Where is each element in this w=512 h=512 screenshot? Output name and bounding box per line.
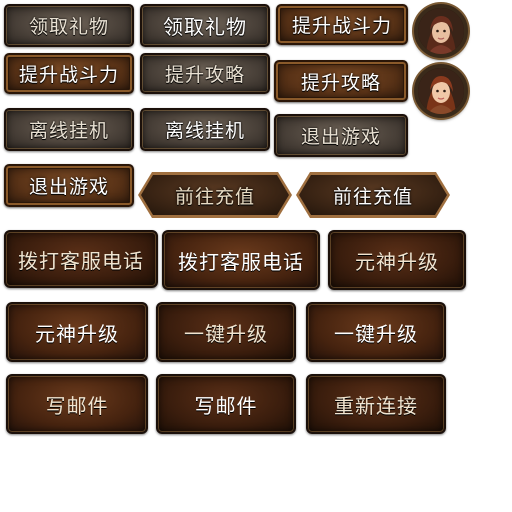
receive-gift-label: 领取礼物 — [28, 16, 109, 38]
write-mail-button[interactable]: 写邮件 — [6, 374, 148, 434]
spirit-upgrade-button-hover[interactable]: 元神升级 — [6, 302, 148, 362]
reconnect-button[interactable]: 重新连接 — [306, 374, 446, 434]
recharge-button-hover[interactable]: 前往充值 — [296, 172, 450, 218]
hero-portrait-button[interactable] — [414, 4, 468, 58]
receive-gift-label: 领取礼物 — [163, 15, 247, 39]
quit-game-label: 退出游戏 — [28, 176, 109, 198]
hero-portrait-icon — [418, 8, 464, 54]
hero-portrait-icon — [418, 68, 464, 114]
one-key-upgrade-button[interactable]: 一键升级 — [156, 302, 296, 362]
boost-guide-button[interactable]: 提升攻略 — [274, 60, 408, 102]
call-service-label: 拨打客服电话 — [178, 249, 304, 274]
recharge-label: 前往充值 — [332, 185, 413, 208]
call-service-button-hover[interactable]: 拨打客服电话 — [162, 230, 320, 290]
reconnect-label: 重新连接 — [334, 393, 418, 418]
receive-gift-button[interactable]: 领取礼物 — [4, 4, 134, 47]
offline-idle-button[interactable]: 离线挂机 — [4, 108, 134, 151]
spirit-upgrade-label: 元神升级 — [355, 249, 439, 274]
quit-game-button[interactable]: 退出游戏 — [4, 164, 134, 207]
one-key-upgrade-label: 一键升级 — [334, 321, 418, 346]
one-key-upgrade-button-hover[interactable]: 一键升级 — [306, 302, 446, 362]
boost-guide-label: 提升攻略 — [300, 71, 381, 94]
offline-idle-label: 离线挂机 — [28, 120, 109, 142]
hero-portrait-button-active[interactable] — [414, 64, 468, 118]
call-service-label: 拨打客服电话 — [18, 248, 144, 273]
recharge-label: 前往充值 — [174, 185, 255, 208]
quit-game-button-disabled[interactable]: 退出游戏 — [274, 114, 408, 157]
write-mail-label: 写邮件 — [45, 393, 109, 418]
boost-power-button[interactable]: 提升战斗力 — [276, 4, 408, 45]
write-mail-label: 写邮件 — [194, 393, 258, 418]
boost-guide-label: 提升攻略 — [164, 64, 245, 86]
offline-idle-label: 离线挂机 — [164, 120, 245, 142]
write-mail-button-hover[interactable]: 写邮件 — [156, 374, 296, 434]
boost-power-label: 提升战斗力 — [291, 15, 392, 37]
call-service-button[interactable]: 拨打客服电话 — [4, 230, 158, 288]
boost-power-label: 提升战斗力 — [18, 64, 119, 86]
recharge-button[interactable]: 前往充值 — [138, 172, 292, 218]
spirit-upgrade-button[interactable]: 元神升级 — [328, 230, 466, 290]
receive-gift-button-hover[interactable]: 领取礼物 — [140, 4, 270, 47]
one-key-upgrade-label: 一键升级 — [184, 321, 268, 346]
quit-game-label: 退出游戏 — [300, 126, 381, 148]
offline-idle-button-hover[interactable]: 离线挂机 — [140, 108, 270, 151]
spirit-upgrade-label: 元神升级 — [35, 321, 119, 346]
boost-power-button-hover[interactable]: 提升战斗力 — [4, 53, 134, 94]
boost-guide-button-disabled[interactable]: 提升攻略 — [140, 53, 270, 94]
